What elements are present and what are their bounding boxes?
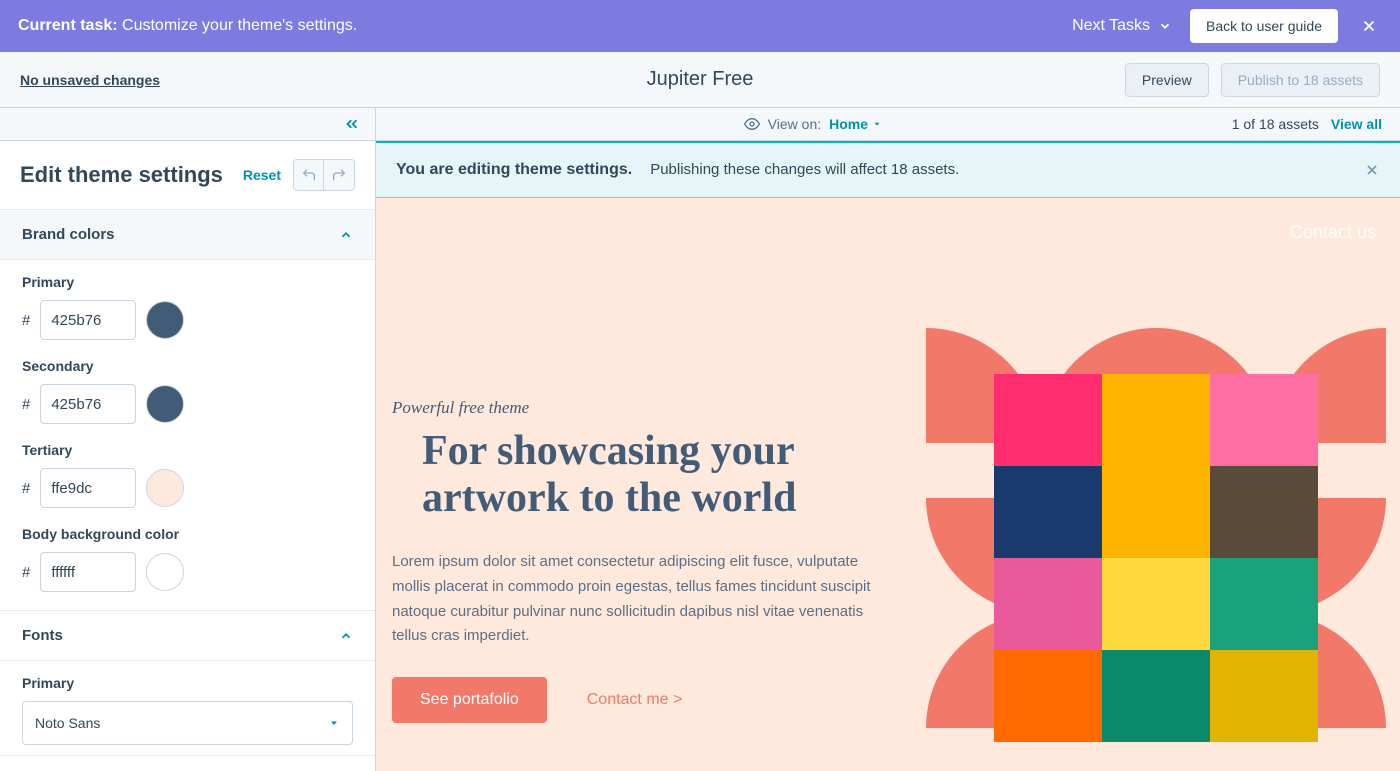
preview-area: View on: Home 1 of 18 assets View all Yo… bbox=[376, 108, 1400, 771]
font-primary-value: Noto Sans bbox=[35, 715, 100, 731]
product-image-grid bbox=[994, 374, 1318, 742]
current-task-text: Customize your theme's settings. bbox=[122, 17, 357, 34]
header-actions: Preview Publish to 18 assets bbox=[1125, 63, 1380, 97]
product-thumbnail bbox=[1102, 466, 1210, 558]
collapse-sidebar-icon[interactable] bbox=[343, 115, 361, 133]
sidebar-collapse-row bbox=[0, 108, 375, 141]
view-on-page-value: Home bbox=[829, 116, 868, 132]
editing-banner: You are editing theme settings. Publishi… bbox=[376, 141, 1400, 198]
eye-icon bbox=[744, 116, 760, 132]
current-task: Current task: Customize your theme's set… bbox=[18, 17, 357, 35]
product-thumbnail bbox=[994, 466, 1102, 558]
body-bg-color-label: Body background color bbox=[22, 526, 353, 542]
product-thumbnail bbox=[1210, 374, 1318, 466]
contact-me-link[interactable]: Contact me > bbox=[587, 691, 683, 709]
editing-banner-subtitle: Publishing these changes will affect 18 … bbox=[650, 161, 959, 178]
hero-eyebrow: Powerful free theme bbox=[392, 398, 892, 418]
hash-prefix: # bbox=[22, 312, 30, 329]
chevron-up-icon bbox=[339, 228, 353, 242]
close-banner-icon[interactable] bbox=[1364, 162, 1380, 178]
redo-icon[interactable] bbox=[324, 160, 354, 190]
chevron-down-icon bbox=[1158, 19, 1172, 33]
chevron-up-icon bbox=[339, 629, 353, 643]
reset-link[interactable]: Reset bbox=[243, 167, 281, 183]
primary-color-input[interactable] bbox=[40, 300, 136, 340]
preview-toolbar: View on: Home 1 of 18 assets View all bbox=[376, 108, 1400, 141]
field-secondary-color: Secondary # bbox=[22, 358, 353, 424]
hash-prefix: # bbox=[22, 480, 30, 497]
field-body-bg-color: Body background color # bbox=[22, 526, 353, 592]
settings-sidebar: Edit theme settings Reset Brand colors bbox=[0, 108, 376, 771]
current-task-label: Current task: bbox=[18, 17, 118, 34]
main-layout: Edit theme settings Reset Brand colors bbox=[0, 108, 1400, 771]
section-fonts-title: Fonts bbox=[22, 627, 63, 644]
undo-icon[interactable] bbox=[294, 160, 324, 190]
preview-canvas: Contact us Powerful free theme For showc… bbox=[376, 198, 1400, 771]
section-fonts-body: Primary Noto Sans bbox=[0, 661, 375, 756]
hero-actions: See portafolio Contact me > bbox=[392, 677, 892, 723]
unsaved-changes-status[interactable]: No unsaved changes bbox=[20, 72, 160, 88]
view-on-page-dropdown[interactable]: Home bbox=[829, 116, 882, 132]
font-primary-label: Primary bbox=[22, 675, 353, 691]
undo-redo-group bbox=[293, 159, 355, 191]
contact-us-link[interactable]: Contact us bbox=[1290, 222, 1376, 243]
hero-body-text: Lorem ipsum dolor sit amet consectetur a… bbox=[392, 550, 892, 649]
page-title: Jupiter Free bbox=[647, 68, 754, 91]
product-thumbnail bbox=[994, 558, 1102, 650]
section-brand-colors-body: Primary # Secondary # Tertiary # bbox=[0, 260, 375, 611]
view-on-label: View on: bbox=[768, 116, 821, 132]
section-brand-colors-title: Brand colors bbox=[22, 226, 115, 243]
back-to-guide-button[interactable]: Back to user guide bbox=[1190, 9, 1338, 43]
tertiary-color-swatch[interactable] bbox=[146, 469, 184, 507]
field-tertiary-color: Tertiary # bbox=[22, 442, 353, 508]
product-thumbnail bbox=[1102, 374, 1210, 466]
secondary-color-label: Secondary bbox=[22, 358, 353, 374]
primary-color-label: Primary bbox=[22, 274, 353, 290]
product-thumbnail bbox=[1210, 558, 1318, 650]
panel-header-actions: Reset bbox=[243, 159, 355, 191]
caret-down-icon bbox=[328, 717, 340, 729]
product-thumbnail bbox=[1210, 650, 1318, 742]
view-on-selector: View on: Home bbox=[744, 116, 882, 132]
view-all-link[interactable]: View all bbox=[1331, 116, 1382, 132]
hash-prefix: # bbox=[22, 564, 30, 581]
preview-button[interactable]: Preview bbox=[1125, 63, 1209, 97]
tertiary-color-input[interactable] bbox=[40, 468, 136, 508]
see-portfolio-button[interactable]: See portafolio bbox=[392, 677, 547, 723]
panel-title: Edit theme settings bbox=[20, 162, 223, 188]
hash-prefix: # bbox=[22, 396, 30, 413]
product-thumbnail bbox=[994, 650, 1102, 742]
tertiary-color-label: Tertiary bbox=[22, 442, 353, 458]
product-thumbnail bbox=[1210, 466, 1318, 558]
hero-art-grid bbox=[926, 328, 1386, 771]
editor-header: No unsaved changes Jupiter Free Preview … bbox=[0, 52, 1400, 108]
secondary-color-input[interactable] bbox=[40, 384, 136, 424]
product-thumbnail bbox=[1102, 650, 1210, 742]
product-thumbnail bbox=[1102, 558, 1210, 650]
secondary-color-swatch[interactable] bbox=[146, 385, 184, 423]
assets-info: 1 of 18 assets View all bbox=[1232, 116, 1382, 132]
task-bar-actions: Next Tasks Back to user guide bbox=[1072, 9, 1382, 43]
assets-count: 1 of 18 assets bbox=[1232, 116, 1319, 132]
font-primary-select[interactable]: Noto Sans bbox=[22, 701, 353, 745]
field-primary-color: Primary # bbox=[22, 274, 353, 340]
next-tasks-dropdown[interactable]: Next Tasks bbox=[1072, 17, 1172, 35]
body-bg-color-input[interactable] bbox=[40, 552, 136, 592]
hero-headline: For showcasing your artwork to the world bbox=[422, 428, 892, 522]
panel-header: Edit theme settings Reset bbox=[0, 141, 375, 210]
editing-banner-title: You are editing theme settings. bbox=[396, 161, 632, 179]
body-bg-color-swatch[interactable] bbox=[146, 553, 184, 591]
editing-banner-text: You are editing theme settings. Publishi… bbox=[396, 161, 959, 179]
close-icon[interactable] bbox=[1356, 17, 1382, 35]
section-fonts-header[interactable]: Fonts bbox=[0, 611, 375, 661]
primary-color-swatch[interactable] bbox=[146, 301, 184, 339]
hero-section: Powerful free theme For showcasing your … bbox=[392, 398, 892, 723]
section-brand-colors-header[interactable]: Brand colors bbox=[0, 210, 375, 260]
next-tasks-label: Next Tasks bbox=[1072, 17, 1150, 35]
publish-button: Publish to 18 assets bbox=[1221, 63, 1380, 97]
product-thumbnail bbox=[994, 374, 1102, 466]
task-bar: Current task: Customize your theme's set… bbox=[0, 0, 1400, 52]
